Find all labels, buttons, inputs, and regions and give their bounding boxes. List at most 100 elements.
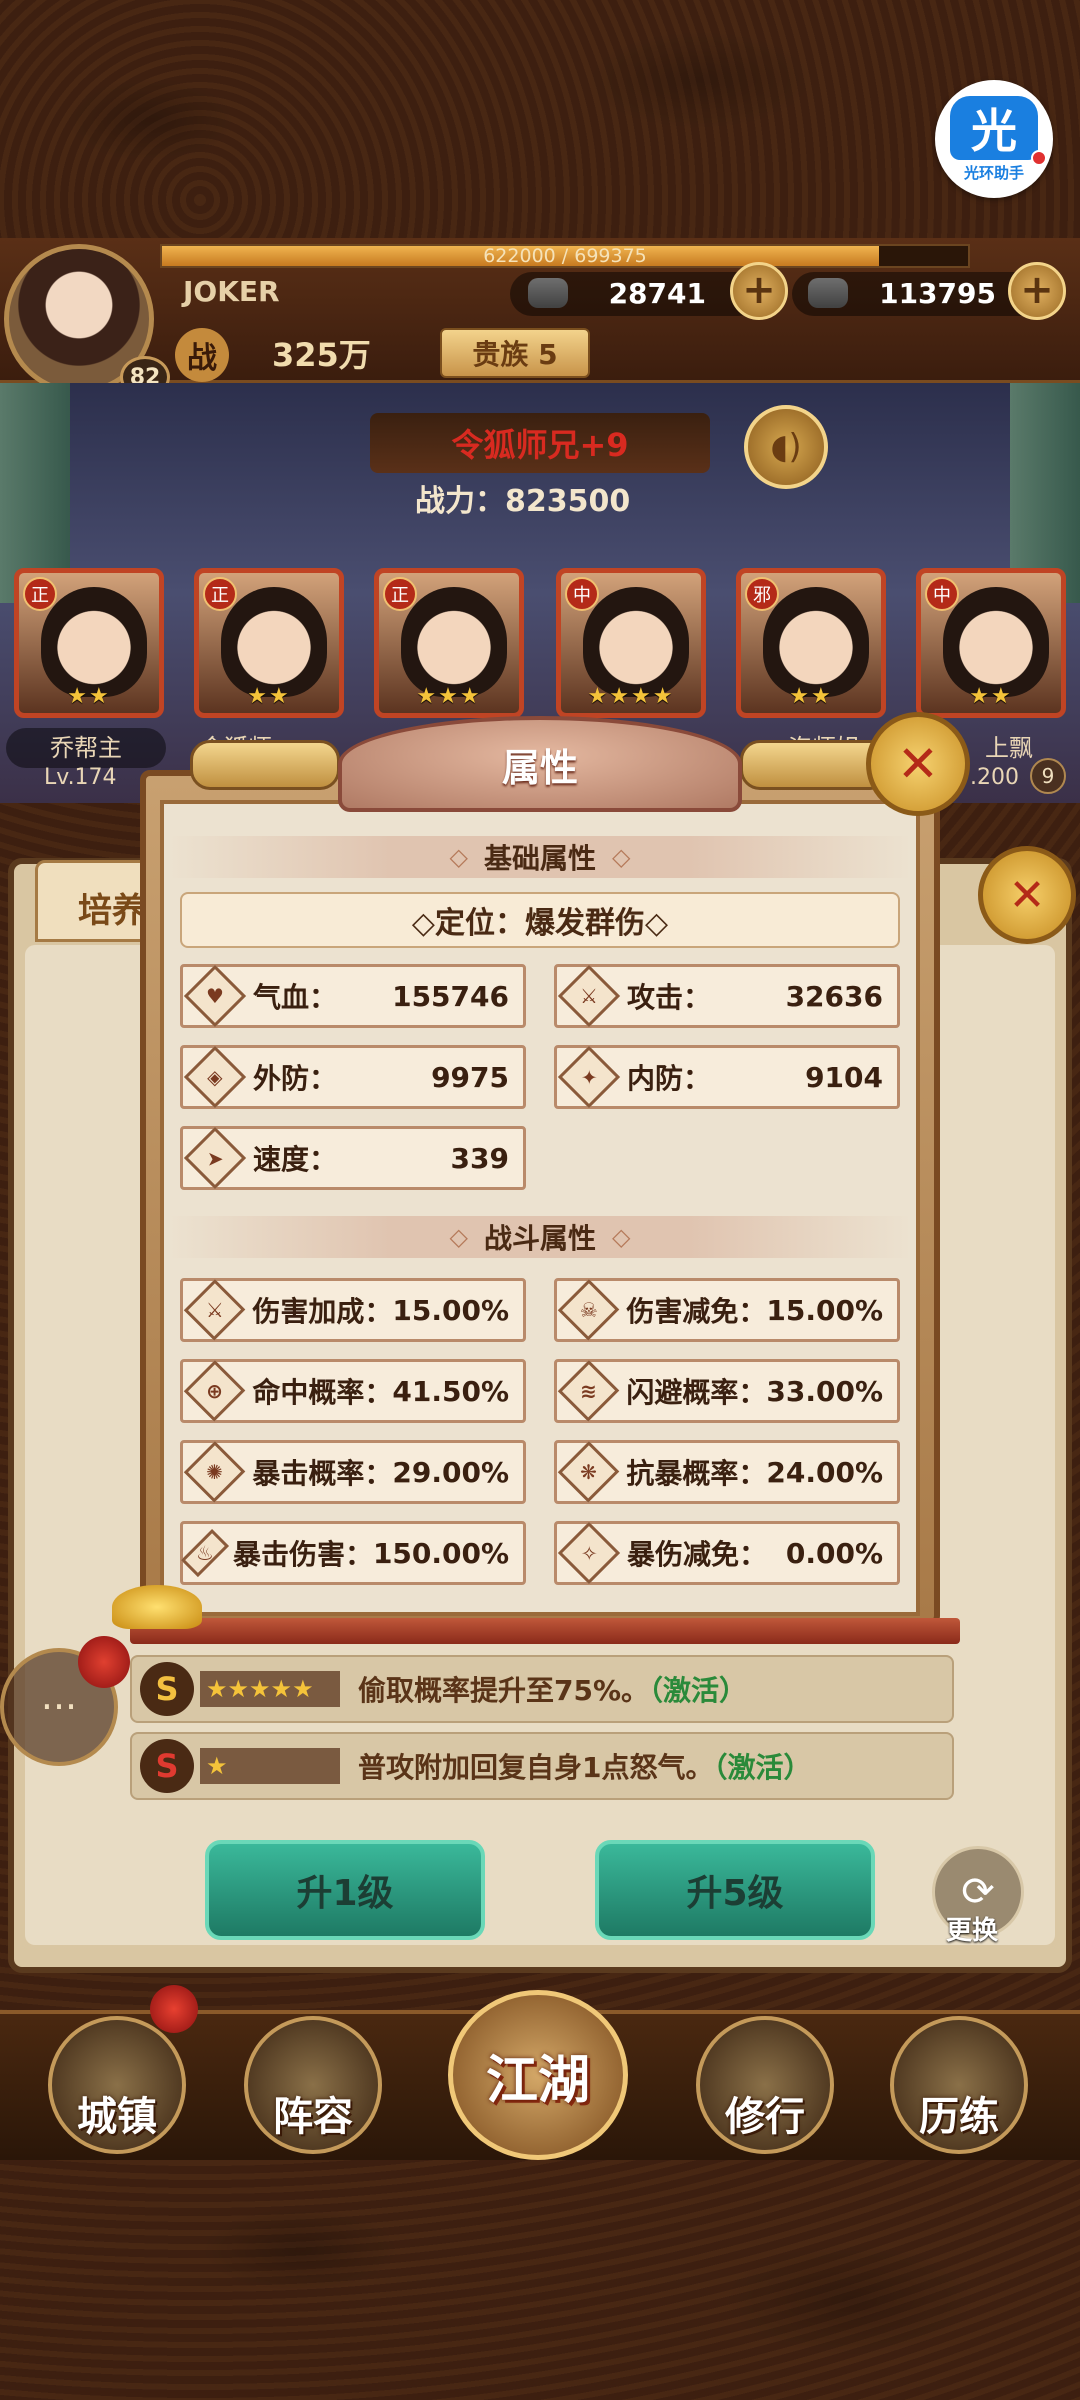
heart-icon: ♥	[183, 964, 247, 1028]
hero-level-left: Lv.174	[44, 765, 117, 790]
star-rating: ★★	[789, 684, 833, 709]
hero-level-right: .200	[970, 765, 1019, 790]
exp-text: 622000 / 699375	[483, 245, 647, 267]
nav-cultivate[interactable]: 修行	[696, 2016, 834, 2154]
stat-speed: ➤ 速度： 339	[180, 1126, 526, 1190]
stat-inner-defense: ✦ 内防： 9104	[554, 1045, 900, 1109]
nav-train[interactable]: 历练	[890, 2016, 1028, 2154]
modal-close-button[interactable]: ✕	[866, 712, 970, 816]
faction-tag: 中	[925, 577, 959, 611]
hero-portrait	[763, 587, 869, 697]
basic-attr-header: 基础属性	[168, 836, 912, 878]
add-gold-button[interactable]: +	[730, 262, 788, 320]
skill-stars: ★★★★★	[200, 1671, 340, 1707]
stat-hit-rate: ⊕ 命中概率： 41.50%	[180, 1359, 526, 1423]
hero-card-6[interactable]: 中 ★★	[916, 568, 1066, 718]
resist-icon: ❋	[557, 1441, 620, 1503]
combat-attr-header: 战斗属性	[168, 1216, 912, 1258]
star-rating: ★★	[969, 684, 1013, 709]
skill-stars: ★	[200, 1748, 340, 1784]
swap-label: 更换	[946, 1916, 999, 1946]
level-up-1-button[interactable]: 升1级	[205, 1840, 485, 1940]
stat-damage-bonus: ⚔ 伤害加成： 15.00%	[180, 1278, 526, 1342]
faction-tag: 正	[23, 577, 57, 611]
star-rating: ★★	[67, 684, 111, 709]
skill-row-2: S ★ 普攻附加回复自身1点怒气。（激活）	[130, 1732, 954, 1800]
star-rating: ★★★	[416, 684, 482, 709]
modal-title: 属性	[338, 716, 742, 812]
gold-amount: 28741	[510, 272, 760, 316]
chat-notification-dot	[78, 1636, 130, 1688]
assistant-label: 光环助手	[963, 163, 1024, 182]
panel-close-button[interactable]: ✕	[978, 846, 1076, 944]
wind-icon: ≋	[557, 1360, 620, 1422]
hero-portrait	[401, 587, 507, 697]
hero-portrait	[583, 587, 689, 697]
nav-town-label: 城镇	[77, 2094, 157, 2140]
player-name: JOKER	[183, 275, 280, 308]
hero-card-2[interactable]: 正 ★★	[194, 568, 344, 718]
skill-icon: S	[140, 1739, 194, 1793]
hero-name-left: 乔帮主	[6, 728, 166, 768]
hero-portrait	[221, 587, 327, 697]
add-silver-button[interactable]: +	[1008, 262, 1066, 320]
assistant-badge[interactable]: 光 光环助手	[935, 80, 1053, 198]
faction-tag: 正	[203, 577, 237, 611]
shield-icon: ◈	[183, 1045, 247, 1109]
stat-crit-damage: ♨ 暴击伤害： 150.00%	[180, 1521, 526, 1585]
notification-dot	[1031, 150, 1047, 166]
stat-crit-rate: ✺ 暴击概率： 29.00%	[180, 1440, 526, 1504]
fire-icon: ♨	[180, 1528, 229, 1578]
faction-tag: 正	[383, 577, 417, 611]
hero-card-5[interactable]: 邪 ★★	[736, 568, 886, 718]
star-rating: ★★★★	[587, 684, 675, 709]
level-up-5-button[interactable]: 升5级	[595, 1840, 875, 1940]
skill-status: （激活）	[713, 1751, 812, 1784]
nav-town[interactable]: 城镇	[48, 2016, 186, 2154]
faction-tag: 中	[565, 577, 599, 611]
stat-outer-defense: ◈ 外防： 9975	[180, 1045, 526, 1109]
hero-portrait	[41, 587, 147, 697]
skill-desc: 偷取概率提升至75%。（激活）	[358, 1674, 748, 1707]
flame-icon: ✦	[557, 1045, 621, 1109]
star-rating: ★★	[247, 684, 291, 709]
hero-combat-power: 战力：823500	[415, 484, 631, 519]
page-badge: 9	[1030, 758, 1066, 794]
sound-button[interactable]: ◖)	[744, 405, 828, 489]
stat-hp: ♥ 气血： 155746	[180, 964, 526, 1028]
modal-ornament-left	[190, 740, 340, 790]
player-power: 325万	[272, 336, 371, 374]
modal-bottom-ornament	[130, 1618, 960, 1644]
nav-jianghu[interactable]: 江湖	[448, 1990, 628, 2160]
noble-badge[interactable]: 贵族 5	[440, 328, 590, 378]
nav-notification-dot	[150, 1985, 198, 2033]
skill-icon: S	[140, 1662, 194, 1716]
role-position: ◇定位：爆发群伤◇	[180, 892, 900, 948]
nav-lineup[interactable]: 阵容	[244, 2016, 382, 2154]
guard-icon: ✧	[557, 1521, 621, 1585]
crit-icon: ✺	[183, 1441, 246, 1503]
damage-icon: ⚔	[183, 1279, 246, 1341]
hero-portrait	[943, 587, 1049, 697]
hero-card-4[interactable]: 中 ★★★★	[556, 568, 706, 718]
hero-name-right: 上飘	[985, 734, 1033, 762]
stat-attack: ⚔ 攻击： 32636	[554, 964, 900, 1028]
crosshair-icon: ⊕	[183, 1360, 246, 1422]
skill-desc: 普攻附加回复自身1点怒气。（激活）	[358, 1751, 812, 1784]
nav-jianghu-label: 江湖	[485, 2050, 590, 2111]
skill-status: （激活）	[649, 1674, 748, 1707]
gold-ingot-icon	[112, 1585, 202, 1629]
stat-damage-reduction: ☠ 伤害减免： 15.00%	[554, 1278, 900, 1342]
stat-crit-resist: ❋ 抗暴概率： 24.00%	[554, 1440, 900, 1504]
hero-card-1[interactable]: 正 ★★	[14, 568, 164, 718]
hero-card-3[interactable]: 正 ★★★	[374, 568, 524, 718]
speed-icon: ➤	[183, 1126, 247, 1190]
stat-dodge-rate: ≋ 闪避概率： 33.00%	[554, 1359, 900, 1423]
power-icon: 战	[175, 328, 229, 382]
nav-cultivate-label: 修行	[725, 2094, 805, 2140]
assistant-logo-icon: 光	[950, 95, 1038, 160]
nav-train-label: 历练	[919, 2094, 999, 2140]
stat-crit-damage-reduction: ✧ 暴伤减免： 0.00%	[554, 1521, 900, 1585]
nav-lineup-label: 阵容	[273, 2094, 353, 2140]
sword-icon: ⚔	[557, 964, 621, 1028]
